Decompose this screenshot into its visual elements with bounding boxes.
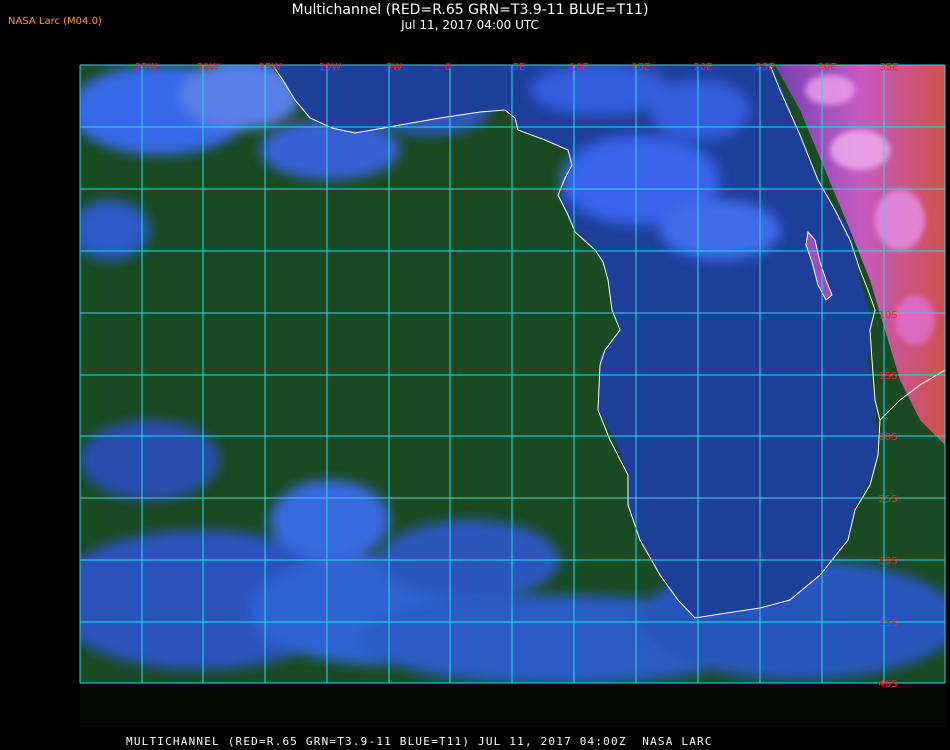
longitude-label: 20E — [693, 62, 712, 73]
longitude-label: 10E — [569, 62, 588, 73]
longitude-label: 0 — [445, 62, 451, 73]
longitude-label: 5W — [386, 62, 402, 73]
longitude-label: 35E — [879, 62, 898, 73]
longitude-label: 25E — [755, 62, 774, 73]
latitude-label: 15S — [878, 371, 897, 382]
latitude-label: 30S — [878, 556, 897, 567]
latitude-label: 10S — [878, 310, 897, 321]
longitude-label: 5E — [513, 62, 526, 73]
longitude-label: 15E — [631, 62, 650, 73]
latitude-label: 40S — [878, 679, 897, 690]
latitude-label: 20S — [878, 432, 897, 443]
longitude-label: 10W — [319, 62, 342, 73]
footer-caption: MULTICHANNEL (RED=R.65 GRN=T3.9-11 BLUE=… — [126, 735, 713, 748]
longitude-label: 25W — [135, 62, 158, 73]
satellite-map[interactable]: 25W 20W 15W 10W 5W 0 5E 10E 15E 20E 25E … — [0, 0, 950, 750]
longitude-label: 30E — [817, 62, 836, 73]
latitude-label: 25S — [878, 494, 897, 505]
latitude-label: 35S — [878, 618, 897, 629]
longitude-label: 20W — [197, 62, 220, 73]
longitude-label: 15W — [259, 62, 282, 73]
